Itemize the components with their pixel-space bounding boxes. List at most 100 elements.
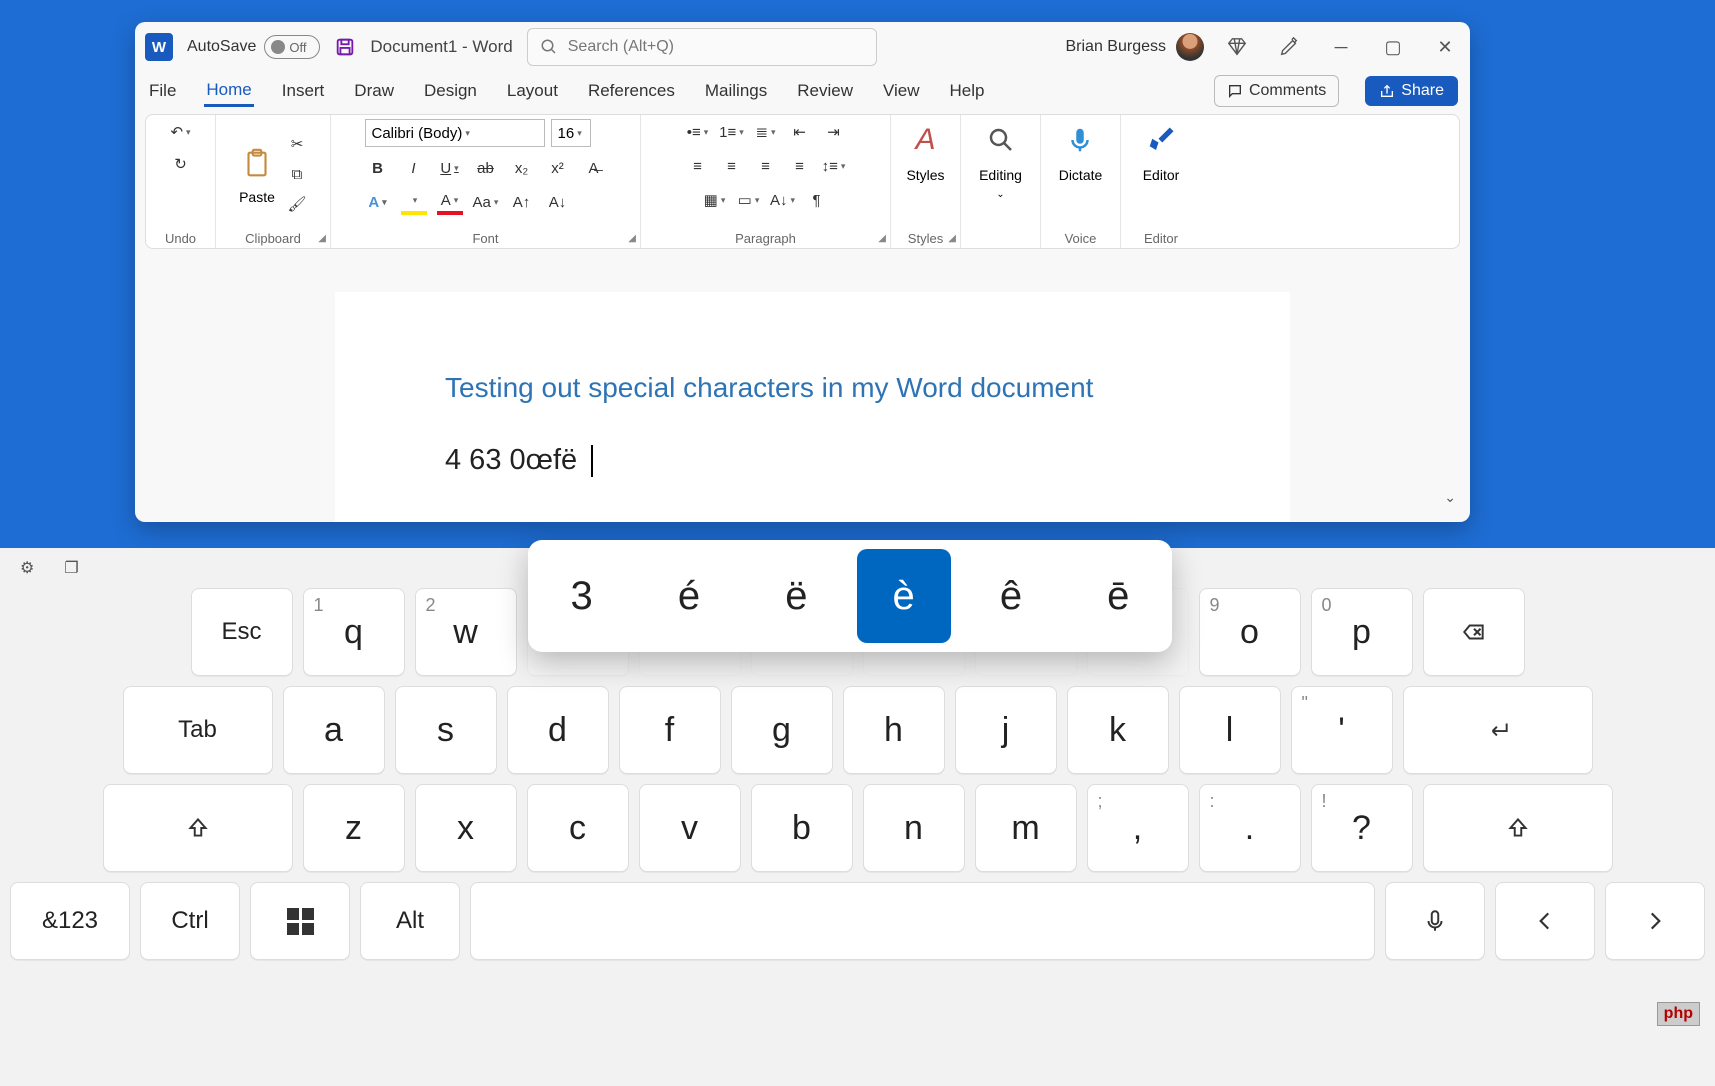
bullets-button[interactable]: •≡ [685, 119, 711, 145]
key-space[interactable] [470, 882, 1375, 960]
line-spacing-button[interactable]: ↕≡ [821, 153, 847, 179]
clear-formatting-button[interactable]: A̶ [581, 155, 607, 181]
font-size-select[interactable]: 16 [551, 119, 591, 147]
key-g[interactable]: g [731, 686, 833, 774]
key-esc[interactable]: Esc [191, 588, 293, 676]
key-shift-right[interactable] [1423, 784, 1613, 872]
key-v[interactable]: v [639, 784, 741, 872]
key-arrow-right[interactable] [1605, 882, 1705, 960]
key-mic[interactable] [1385, 882, 1485, 960]
key-j[interactable]: j [955, 686, 1057, 774]
align-left-button[interactable]: ≡ [685, 153, 711, 179]
key-d[interactable]: d [507, 686, 609, 774]
accent-option-3[interactable]: 3 [535, 549, 629, 643]
multilevel-list-button[interactable]: ≣ [753, 119, 779, 145]
menu-references[interactable]: References [586, 77, 677, 105]
osk-clipboard-icon[interactable]: ❐ [64, 558, 78, 578]
key-x[interactable]: x [415, 784, 517, 872]
change-case-button[interactable]: Aa [473, 189, 499, 215]
shading-button[interactable]: ▦ [702, 187, 728, 213]
menu-file[interactable]: File [147, 77, 178, 105]
editor-button[interactable]: Editor [1140, 119, 1182, 229]
comments-button[interactable]: Comments [1214, 75, 1339, 107]
cut-button[interactable]: ✂ [284, 131, 310, 157]
bold-button[interactable]: B [365, 155, 391, 181]
key-period[interactable]: :. [1199, 784, 1301, 872]
repeat-button[interactable]: ↻ [168, 151, 194, 177]
key-f[interactable]: f [619, 686, 721, 774]
align-center-button[interactable]: ≡ [719, 153, 745, 179]
menu-design[interactable]: Design [422, 77, 479, 105]
key-alt[interactable]: Alt [360, 882, 460, 960]
key-shift-left[interactable] [103, 784, 293, 872]
key-question[interactable]: !? [1311, 784, 1413, 872]
menu-view[interactable]: View [881, 77, 922, 105]
key-k[interactable]: k [1067, 686, 1169, 774]
accent-option-e-macron[interactable]: ē [1071, 549, 1165, 643]
key-s[interactable]: s [395, 686, 497, 774]
key-c[interactable]: c [527, 784, 629, 872]
superscript-button[interactable]: x² [545, 155, 571, 181]
paragraph-dialog-launcher-icon[interactable]: ◢ [878, 233, 886, 244]
key-z[interactable]: z [303, 784, 405, 872]
key-symbols[interactable]: &123 [10, 882, 130, 960]
save-icon[interactable] [334, 36, 356, 58]
pen-icon[interactable] [1270, 28, 1308, 66]
key-b[interactable]: b [751, 784, 853, 872]
diamond-icon[interactable] [1218, 28, 1256, 66]
accent-option-e-diaeresis[interactable]: ë [749, 549, 843, 643]
key-apostrophe[interactable]: "' [1291, 686, 1393, 774]
key-o[interactable]: 9o [1199, 588, 1301, 676]
autosave-toggle[interactable]: AutoSave Off [187, 35, 320, 59]
menu-mailings[interactable]: Mailings [703, 77, 769, 105]
align-right-button[interactable]: ≡ [753, 153, 779, 179]
ribbon-collapse-icon[interactable]: ⌄ [1444, 489, 1456, 506]
key-tab[interactable]: Tab [123, 686, 273, 774]
key-enter[interactable] [1403, 686, 1593, 774]
menu-layout[interactable]: Layout [505, 77, 560, 105]
sort-button[interactable]: A↓ [770, 187, 796, 213]
key-a[interactable]: a [283, 686, 385, 774]
minimize-button[interactable]: ─ [1322, 28, 1360, 66]
key-l[interactable]: l [1179, 686, 1281, 774]
font-color-button[interactable]: A [437, 189, 463, 215]
key-ctrl[interactable]: Ctrl [140, 882, 240, 960]
shrink-font-button[interactable]: A↓ [545, 189, 571, 215]
share-button[interactable]: Share [1365, 76, 1458, 106]
key-h[interactable]: h [843, 686, 945, 774]
accent-option-e-acute[interactable]: é [642, 549, 736, 643]
key-p[interactable]: 0p [1311, 588, 1413, 676]
osk-settings-icon[interactable]: ⚙ [20, 558, 34, 578]
editing-button[interactable]: Editing ⌄ [979, 119, 1022, 229]
menu-home[interactable]: Home [204, 76, 253, 107]
key-w[interactable]: 2w [415, 588, 517, 676]
search-input[interactable]: Search (Alt+Q) [527, 28, 877, 66]
italic-button[interactable]: I [401, 155, 427, 181]
key-comma[interactable]: ;, [1087, 784, 1189, 872]
key-q[interactable]: 1q [303, 588, 405, 676]
accent-option-e-grave[interactable]: è ➤ [857, 549, 951, 643]
font-dialog-launcher-icon[interactable]: ◢ [628, 233, 636, 244]
numbering-button[interactable]: 1≡ [719, 119, 745, 145]
key-arrow-left[interactable] [1495, 882, 1595, 960]
key-windows[interactable] [250, 882, 350, 960]
menu-review[interactable]: Review [795, 77, 855, 105]
format-painter-button[interactable]: 🖌 [284, 191, 310, 217]
justify-button[interactable]: ≡ [787, 153, 813, 179]
document-canvas[interactable]: Testing out special characters in my Wor… [335, 292, 1290, 522]
copy-button[interactable]: ⧉ [284, 161, 310, 187]
autosave-switch[interactable]: Off [264, 35, 320, 59]
decrease-indent-button[interactable]: ⇤ [787, 119, 813, 145]
font-name-select[interactable]: Calibri (Body) [365, 119, 545, 147]
close-button[interactable]: ✕ [1426, 28, 1464, 66]
strikethrough-button[interactable]: ab [473, 155, 499, 181]
menu-insert[interactable]: Insert [280, 77, 327, 105]
text-effects-button[interactable]: A [365, 189, 391, 215]
menu-draw[interactable]: Draw [352, 77, 396, 105]
key-n[interactable]: n [863, 784, 965, 872]
paste-button[interactable]: Paste [236, 143, 278, 205]
key-m[interactable]: m [975, 784, 1077, 872]
dictate-button[interactable]: Dictate [1059, 119, 1103, 229]
styles-dialog-launcher-icon[interactable]: ◢ [948, 233, 956, 244]
subscript-button[interactable]: x₂ [509, 155, 535, 181]
